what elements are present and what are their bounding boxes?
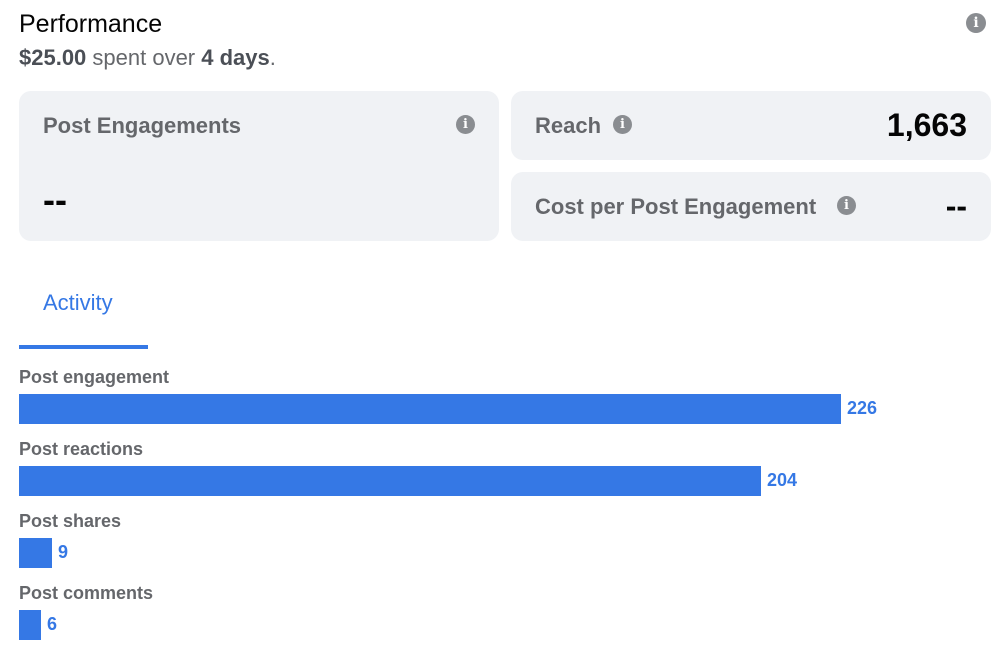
reach-value: 1,663	[886, 107, 967, 143]
spend-amount: $25.00	[19, 45, 87, 70]
bar-value-label: 226	[847, 398, 878, 418]
cost-per-engagement-card: Cost per Post Engagement i --	[511, 172, 991, 241]
spend-end-text: .	[269, 45, 276, 70]
tab-activity[interactable]: Activity	[19, 278, 148, 349]
post-engagements-card: Post Engagements i --	[19, 91, 499, 241]
spend-duration: 4 days	[201, 45, 270, 70]
info-icon[interactable]: i	[966, 13, 986, 33]
tab-activity-label: Activity	[43, 290, 113, 315]
cost-per-engagement-value: --	[945, 188, 967, 224]
cost-per-engagement-label: Cost per Post Engagement	[535, 194, 817, 219]
bar	[19, 538, 52, 568]
post-engagements-label: Post Engagements	[43, 113, 242, 138]
bar-value-label: 6	[47, 614, 58, 634]
bar-label: Post reactions	[19, 439, 144, 459]
info-icon[interactable]: i	[456, 115, 475, 134]
bar	[19, 610, 41, 640]
post-engagements-value: --	[43, 179, 67, 220]
bar-label: Post comments	[19, 583, 154, 603]
reach-card: Reach i 1,663	[511, 91, 991, 160]
tab-activity-underline	[19, 345, 148, 349]
bar-label: Post engagement	[19, 367, 170, 387]
bar	[19, 466, 761, 496]
bar-value-label: 9	[58, 542, 69, 562]
bar-value-label: 204	[767, 470, 798, 490]
info-icon[interactable]: i	[613, 115, 632, 134]
reach-label: Reach	[535, 113, 602, 138]
spend-summary: $25.00 spent over 4 days.	[19, 45, 276, 71]
performance-title: Performance	[19, 10, 163, 38]
info-icon[interactable]: i	[837, 196, 856, 215]
bar-label: Post shares	[19, 511, 122, 531]
spend-middle-text: spent over	[86, 45, 202, 70]
bar	[19, 394, 841, 424]
